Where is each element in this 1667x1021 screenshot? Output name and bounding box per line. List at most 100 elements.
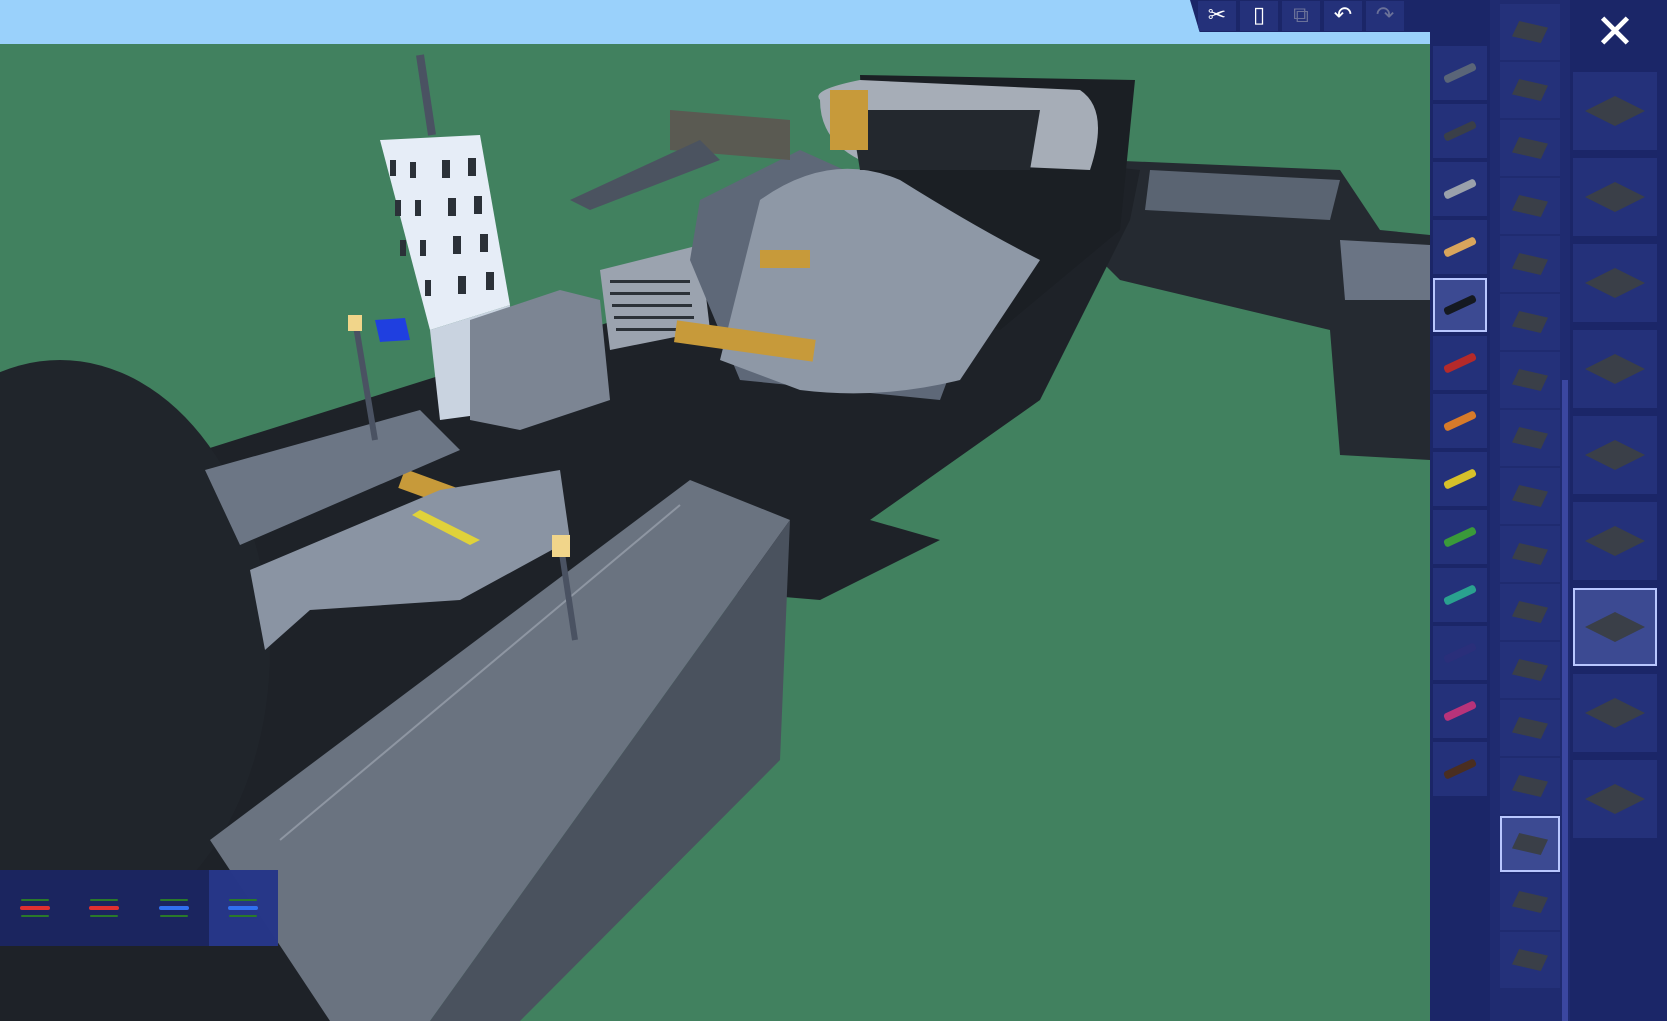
- shape-slot[interactable]: [1500, 700, 1560, 756]
- diamond-icon: [1512, 195, 1548, 217]
- part-slot[interactable]: [1573, 158, 1657, 236]
- lamp-light: [348, 315, 362, 331]
- color-swatch[interactable]: [1433, 626, 1487, 680]
- scissors-button[interactable]: ✂: [1198, 1, 1236, 31]
- color-swatch[interactable]: [1433, 104, 1487, 158]
- arch-opening: [850, 110, 1040, 170]
- color-swatch[interactable]: [1433, 568, 1487, 622]
- transform-gizmo-bar: [0, 870, 278, 946]
- gizmo-button[interactable]: [0, 870, 70, 946]
- selected-part-marker[interactable]: [375, 318, 410, 342]
- color-stick-icon: [1442, 584, 1478, 606]
- chevron-icon: [1512, 891, 1548, 913]
- curve-tall-icon: [1512, 485, 1548, 507]
- part-slot[interactable]: [1573, 502, 1657, 580]
- part-slot[interactable]: [1573, 760, 1657, 838]
- shape-slot[interactable]: [1500, 62, 1560, 118]
- hazard-strip-icon: [1585, 784, 1645, 814]
- color-stick-icon: [1442, 526, 1478, 548]
- move-axis-blue-icon: [158, 906, 189, 910]
- scene-render[interactable]: [0, 0, 1430, 1021]
- color-swatch[interactable]: [1433, 394, 1487, 448]
- small-diamond-icon: [1512, 717, 1548, 739]
- curved-rail-icon: [1585, 268, 1645, 298]
- thick-plate-icon: [1585, 526, 1645, 556]
- shape-scrollbar[interactable]: [1562, 380, 1568, 1021]
- bar-icon: [1512, 833, 1548, 855]
- color-stick-icon: [1442, 236, 1478, 258]
- shield-icon: [1512, 659, 1548, 681]
- shape-slot[interactable]: [1500, 932, 1560, 988]
- shape-slot[interactable]: [1500, 584, 1560, 640]
- color-stick-icon: [1442, 468, 1478, 490]
- shape-palette: [1490, 0, 1570, 1021]
- copy-button[interactable]: ▯: [1240, 1, 1278, 31]
- color-stick-icon: [1442, 642, 1478, 664]
- curved-panel-icon: [1585, 612, 1645, 642]
- color-swatch[interactable]: [1433, 46, 1487, 100]
- part-slot[interactable]: [1573, 72, 1657, 150]
- color-stick-icon: [1442, 294, 1478, 316]
- right-box: [1340, 240, 1430, 300]
- copy-icon: ▯: [1252, 3, 1266, 28]
- color-swatch[interactable]: [1433, 278, 1487, 332]
- plate-icon: [1585, 440, 1645, 470]
- shape-slot[interactable]: [1500, 526, 1560, 582]
- shape-slot[interactable]: [1500, 874, 1560, 930]
- shape-slot[interactable]: [1500, 4, 1560, 60]
- disc-icon: [1512, 137, 1548, 159]
- curve-icon: [1512, 427, 1548, 449]
- edged-plate-icon: [1585, 354, 1645, 384]
- part-slot[interactable]: [1573, 588, 1657, 666]
- color-swatch[interactable]: [1433, 220, 1487, 274]
- tilted-wedge-icon: [1512, 369, 1548, 391]
- spike-icon: [1512, 775, 1548, 797]
- paste-button[interactable]: ⧉: [1282, 1, 1320, 31]
- edit-toolbar: ✂ ▯ ⧉ ↶ ↷: [1190, 0, 1430, 32]
- color-stick-icon: [1442, 62, 1478, 84]
- close-icon: ✕: [1594, 4, 1636, 60]
- color-swatch[interactable]: [1433, 336, 1487, 390]
- arch-thin-icon: [1512, 601, 1548, 623]
- color-swatch[interactable]: [1433, 684, 1487, 738]
- shape-slot[interactable]: [1500, 410, 1560, 466]
- undo-icon: ↶: [1333, 3, 1353, 28]
- part-slot[interactable]: [1573, 674, 1657, 752]
- color-swatch[interactable]: [1433, 742, 1487, 796]
- color-swatch[interactable]: [1433, 510, 1487, 564]
- part-slot[interactable]: [1573, 244, 1657, 322]
- shape-slot[interactable]: [1500, 642, 1560, 698]
- lamp-post-icon: [1585, 698, 1645, 728]
- color-swatch[interactable]: [1433, 452, 1487, 506]
- shape-slot[interactable]: [1500, 468, 1560, 524]
- part-slot[interactable]: [1573, 416, 1657, 494]
- gizmo-button[interactable]: [70, 870, 140, 946]
- wedge-icon: [1512, 79, 1548, 101]
- undo-button[interactable]: ↶: [1324, 1, 1362, 31]
- move-axis-green-icon: [89, 906, 120, 910]
- shape-slot[interactable]: [1500, 816, 1560, 872]
- hazard-strip: [830, 90, 868, 150]
- shape-slot[interactable]: [1500, 236, 1560, 292]
- shape-slot[interactable]: [1500, 758, 1560, 814]
- move-axis-all-icon: [228, 906, 259, 910]
- close-button[interactable]: ✕: [1580, 4, 1650, 60]
- gizmo-button[interactable]: [208, 870, 278, 946]
- lamp-light: [552, 535, 570, 557]
- striped-plate-icon: [1585, 96, 1645, 126]
- color-swatch[interactable]: [1433, 162, 1487, 216]
- shape-slot[interactable]: [1500, 352, 1560, 408]
- 3d-viewport[interactable]: [0, 0, 1430, 1021]
- redo-button[interactable]: ↷: [1366, 1, 1404, 31]
- redo-icon: ↷: [1375, 3, 1395, 28]
- shape-slot[interactable]: [1500, 178, 1560, 234]
- shape-slot[interactable]: [1500, 294, 1560, 350]
- color-stick-icon: [1442, 410, 1478, 432]
- scissors-icon: ✂: [1207, 3, 1227, 28]
- shape-slot[interactable]: [1500, 120, 1560, 176]
- gizmo-button[interactable]: [139, 870, 209, 946]
- part-slot[interactable]: [1573, 330, 1657, 408]
- cone-flat-icon: [1512, 21, 1548, 43]
- arch-icon: [1512, 543, 1548, 565]
- color-palette: [1430, 0, 1490, 1021]
